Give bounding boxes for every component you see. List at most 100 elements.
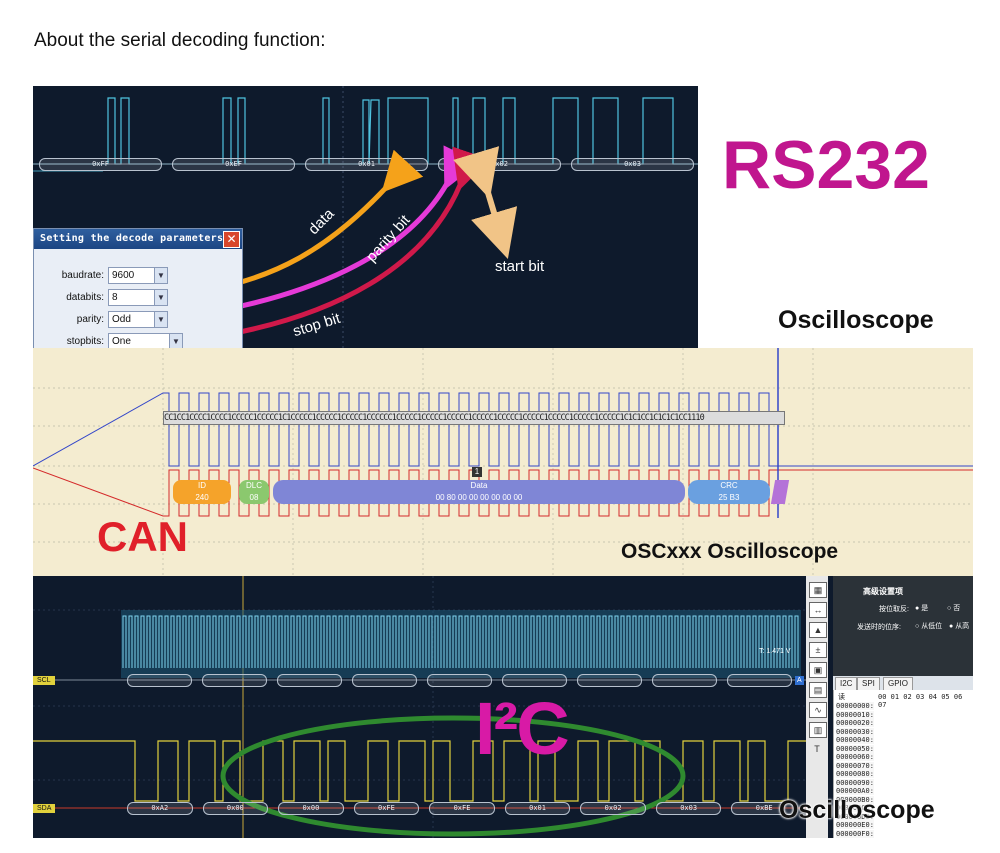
parity-row: parity: Odd ▼ (34, 311, 242, 329)
bus-segment (277, 674, 342, 687)
hex-row: 00000070: (836, 761, 874, 770)
invert-bits-label: 按位取反: (879, 606, 909, 613)
baudrate-value: 9600 (112, 270, 135, 281)
chart-icon[interactable]: ▤ (809, 682, 827, 698)
chevron-down-icon[interactable]: ▼ (154, 290, 167, 305)
bit-order-low-radio[interactable]: ○ 从低位 (915, 621, 942, 631)
bus-segment: 0x03 (655, 802, 722, 815)
trigger-level-readout: T: 1.471 V (759, 648, 791, 655)
can-bit-string: CC1CC1CCCC1CCCC1CCCCC1CCCCC1C1CCCCC1CCCC… (163, 411, 785, 425)
grid-icon[interactable]: ▦ (809, 582, 827, 598)
waveform-icon[interactable]: ∿ (809, 702, 827, 718)
can-dlc-value: 08 (249, 493, 259, 502)
bus-segment: 0x01 (504, 802, 571, 815)
parity-label: parity: (76, 314, 104, 325)
bus-segment: 0xFE (429, 802, 495, 815)
i2c-scl-bus-track (121, 674, 801, 687)
hex-column-header: 00 01 02 03 04 05 06 07 (878, 693, 963, 709)
bus-segment-label: 0x03 (680, 804, 698, 812)
databits-value: 8 (112, 292, 118, 303)
invert-yes-radio[interactable]: ● 是 (915, 603, 928, 613)
math-icon[interactable]: ± (809, 642, 827, 658)
scl-channel-tag[interactable]: SCL (33, 676, 55, 685)
start-bit-arrow (453, 146, 518, 259)
tab-spi[interactable]: SPI (857, 677, 880, 691)
protocol-tabs: I2C SPI GPIO (833, 676, 973, 691)
databits-select[interactable]: 8 ▼ (108, 289, 168, 306)
save-icon[interactable]: ▣ (809, 662, 827, 678)
hex-row: 00000090: (836, 778, 874, 787)
databits-label: databits: (66, 292, 104, 303)
tab-gpio[interactable]: GPIO (883, 677, 914, 691)
i2c-sda-bus-decode: 0xA2 0x00 0x00 0xFE 0xFE 0x01 0x02 0x03 0xBE (121, 802, 801, 815)
rs232-heading: RS232 (722, 127, 930, 203)
rs232-caption: Oscilloscope (778, 306, 934, 334)
hex-row: 00000000: (836, 702, 874, 710)
close-icon[interactable]: ✕ (223, 231, 240, 248)
can-id-name: ID (198, 481, 206, 490)
stopbits-row: stopbits: One ▼ (34, 333, 242, 348)
can-id-field: ID 240 (173, 480, 231, 504)
bus-segment (727, 674, 792, 687)
read-label: 读 (838, 694, 845, 701)
dialog-title: Setting the decode parameters (34, 229, 242, 249)
measure-icon[interactable]: ↔ (809, 602, 827, 618)
bit-order-low-label: 从低位 (921, 623, 943, 630)
invert-no-label: 否 (953, 605, 961, 612)
baudrate-select[interactable]: 9600 ▼ (108, 267, 168, 284)
bus-segment (352, 674, 417, 687)
channel-a-marker[interactable]: A (795, 676, 804, 685)
hex-row: 00000060: (836, 753, 874, 761)
stopbits-label: stopbits: (66, 336, 104, 347)
bus-segment-label: 0x02 (604, 804, 622, 812)
bit-order-high-radio[interactable]: ● 从高 (949, 621, 969, 631)
table-icon[interactable]: ▥ (809, 722, 827, 738)
baudrate-row: baudrate: 9600 ▼ (34, 267, 242, 285)
can-dlc-field: DLC 08 (239, 480, 269, 504)
can-data-field: Data 00 80 00 00 00 00 00 00 (273, 480, 685, 504)
intro-text: About the serial decoding function: (34, 30, 326, 51)
chevron-down-icon[interactable]: ▼ (169, 334, 182, 348)
sda-channel-tag[interactable]: SDA (33, 804, 56, 813)
bus-segment-label: 0xFE (378, 804, 395, 812)
chevron-down-icon[interactable]: ▼ (154, 312, 167, 327)
bus-segment: 0x00 (202, 802, 269, 815)
can-frame-marker: 1 (472, 467, 482, 477)
can-caption: OSCxxx Oscilloscope (621, 540, 839, 563)
hex-row: 00000080: (836, 770, 874, 778)
i2c-waveform (33, 576, 808, 838)
bus-segment (202, 674, 267, 687)
text-tool-icon[interactable]: T (809, 742, 825, 756)
bus-segment (127, 674, 192, 687)
invert-no-radio[interactable]: ○ 否 (947, 603, 960, 613)
can-crc-name: CRC (720, 481, 738, 490)
stopbits-select[interactable]: One ▼ (108, 333, 183, 348)
bus-segment: 0xFE (353, 802, 420, 815)
i2c-caption: Oscilloscope (779, 796, 935, 824)
rs232-scope-panel: 0xFF 0xEF 0x01 0x02 0x03 data parity bit sto… (33, 86, 698, 348)
can-crc-value: 25 B3 (718, 493, 740, 502)
parity-value: Odd (112, 314, 131, 325)
can-scope-panel: CC1CC1CCCC1CCCC1CCCCC1CCCCC1C1CCCCC1CCCC… (33, 348, 973, 576)
advanced-settings-title: 高级设置项 (863, 587, 903, 596)
bus-segment: 0xA2 (127, 802, 193, 815)
hex-row: 000000F0: (836, 829, 874, 838)
parity-select[interactable]: Odd ▼ (108, 311, 168, 328)
hex-row: 00000050: (836, 744, 874, 753)
bus-segment-label: 0xA2 (151, 804, 169, 812)
bit-order-high-label: 从高 (955, 623, 970, 630)
can-id-value: 240 (195, 493, 209, 502)
can-dlc-name: DLC (245, 481, 262, 490)
chevron-down-icon[interactable]: ▼ (154, 268, 167, 283)
hex-row: 000000A0: (836, 787, 874, 795)
i2c-highlight-ellipse (220, 715, 686, 837)
tab-i2c[interactable]: I2C (835, 677, 858, 691)
can-data-name: Data (470, 481, 488, 490)
spectrum-icon[interactable]: ▲ (809, 622, 827, 638)
baudrate-label: baudrate: (61, 270, 104, 281)
bus-segment-label: 0x00 (226, 804, 244, 812)
bus-segment: 0x02 (580, 802, 646, 815)
stopbits-value: One (112, 336, 131, 347)
decode-parameters-dialog: Setting the decode parameters ✕ baudrate… (33, 228, 243, 348)
i2c-heading: I²C (475, 687, 570, 770)
